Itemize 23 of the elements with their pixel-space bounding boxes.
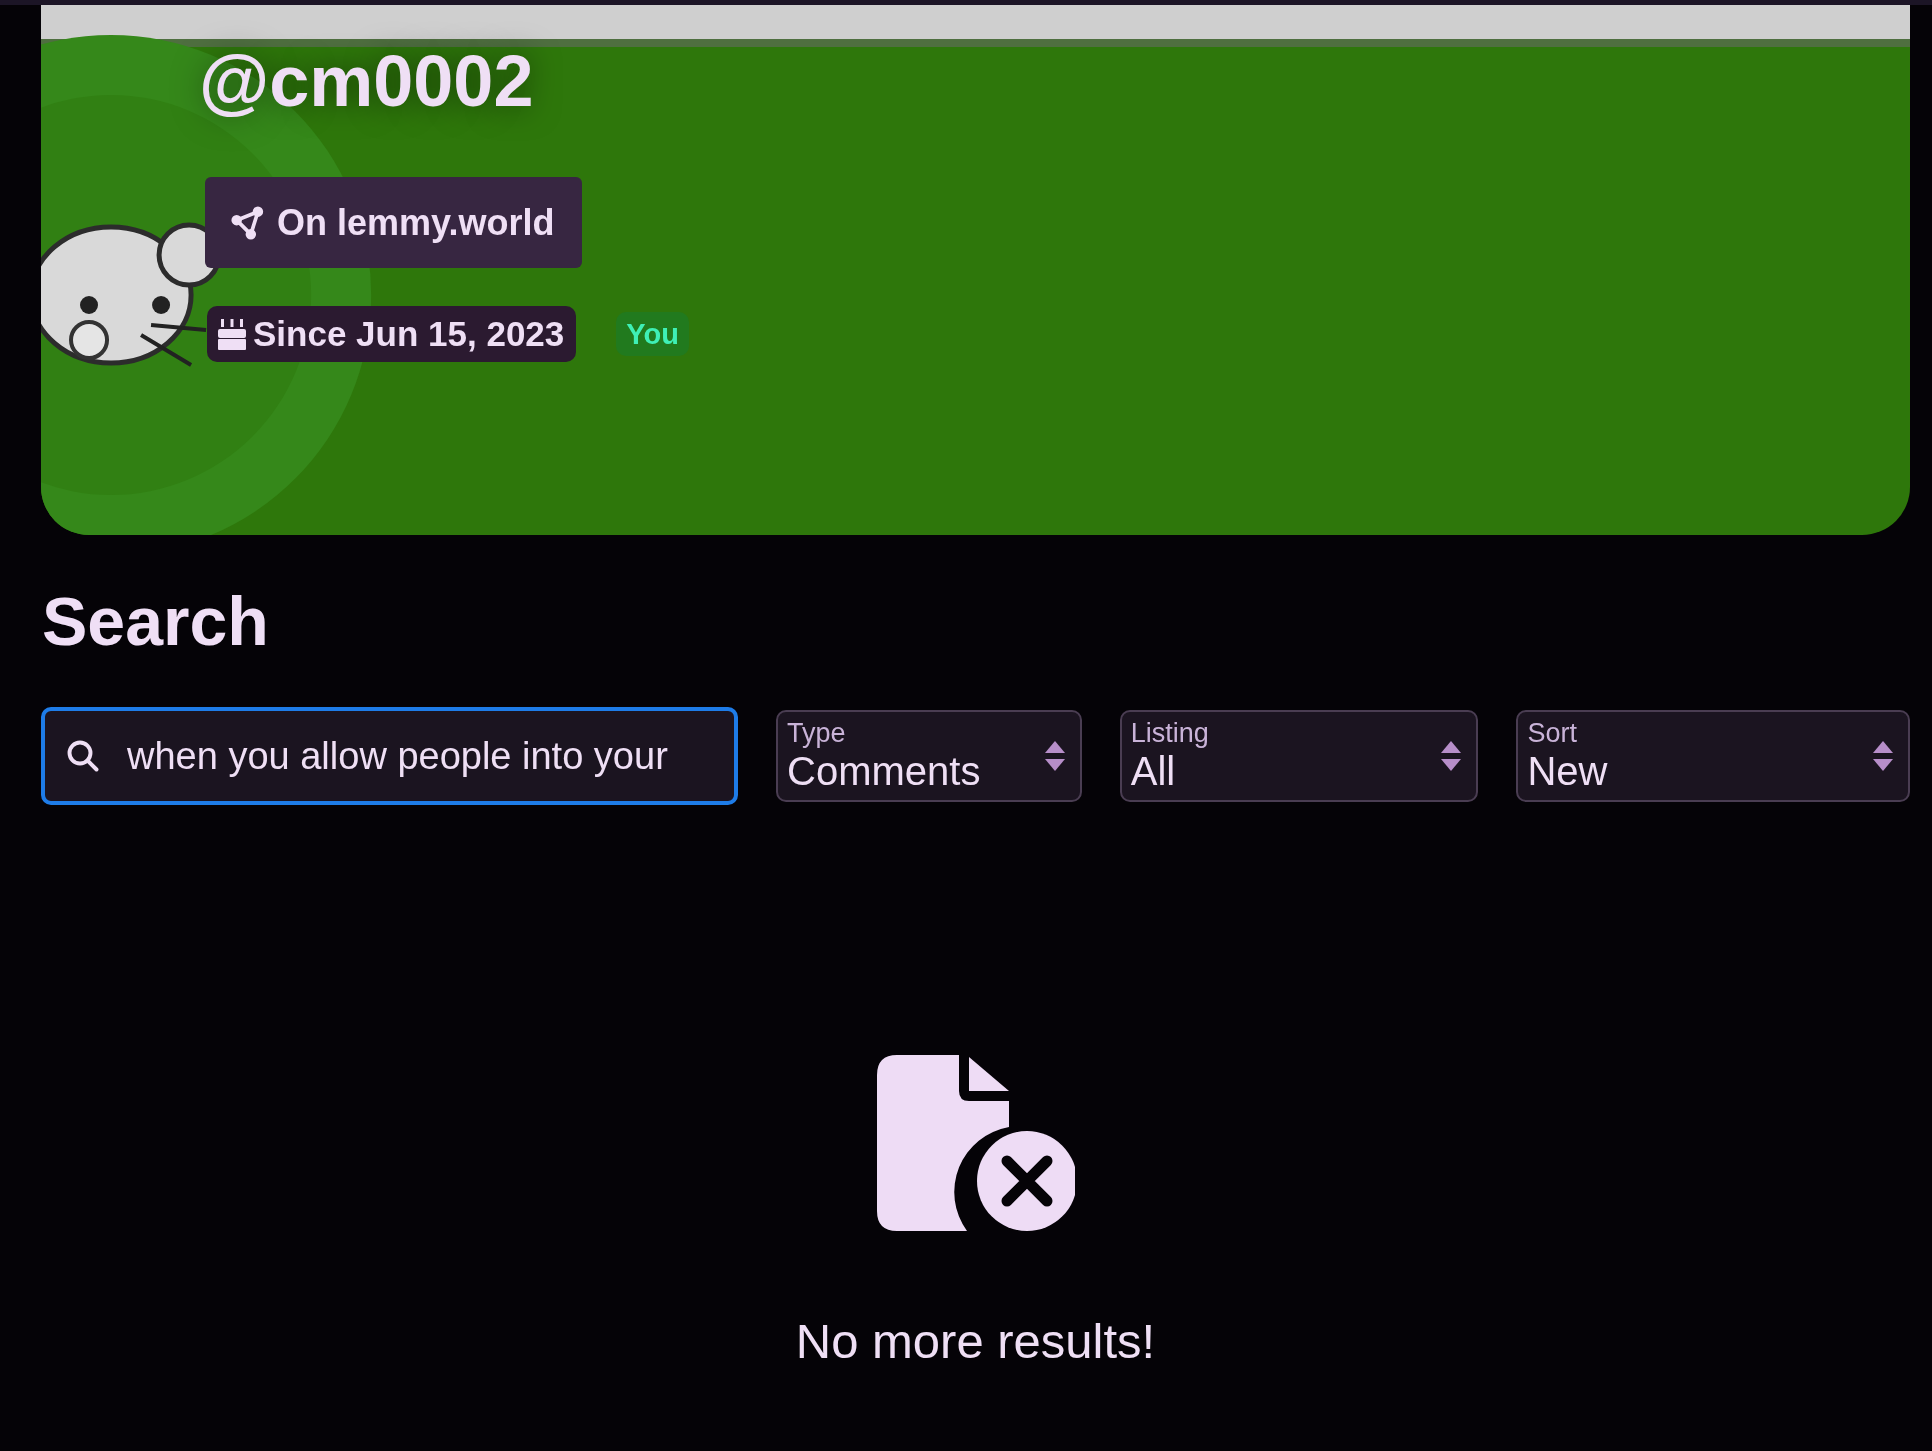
filter-select[interactable]: Sort New: [1516, 710, 1910, 802]
cake-icon: [217, 317, 247, 351]
select-value: Comments: [787, 748, 981, 793]
file-error-icon: [876, 1055, 1075, 1231]
sort-caret-icon: [1043, 740, 1066, 772]
select-label: Type: [787, 719, 846, 749]
select-value: All: [1130, 748, 1176, 793]
search-heading: Search: [42, 587, 270, 655]
filter-select[interactable]: Type Comments: [776, 710, 1082, 802]
instance-button[interactable]: On lemmy.world: [205, 177, 583, 268]
username: @cm0002: [199, 45, 534, 117]
search-icon: [65, 738, 101, 774]
filter-select[interactable]: Listing All: [1119, 710, 1479, 802]
since-text: Since Jun 15, 2023: [253, 314, 565, 354]
share-nodes-icon: [231, 205, 265, 240]
select-value: New: [1527, 748, 1608, 793]
select-label: Listing: [1130, 719, 1209, 749]
you-badge: You: [616, 312, 689, 356]
sort-caret-icon: [1872, 740, 1894, 772]
search-field[interactable]: when you allow people into your: [41, 707, 738, 805]
empty-message: No more results!: [795, 1313, 1156, 1369]
select-label: Sort: [1527, 719, 1577, 749]
sort-caret-icon: [1440, 740, 1463, 772]
